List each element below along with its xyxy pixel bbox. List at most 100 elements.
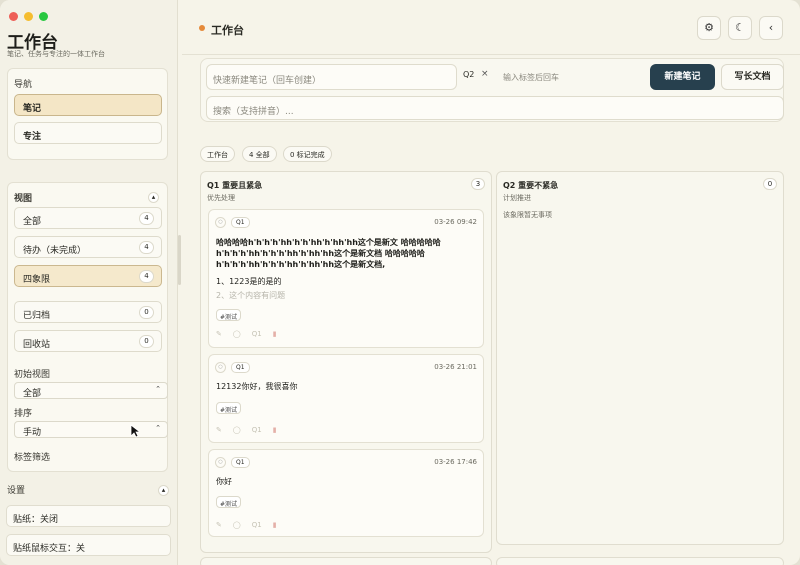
composer: 快速新建笔记（回车创建） Q2 × 输入标签后回车 新建笔记 写长文档 搜索（支… [200, 58, 784, 122]
quadrant-icon[interactable]: Q1 [252, 330, 262, 338]
window-maximize-button[interactable] [39, 12, 48, 21]
quadrant-badge: Q1 [231, 217, 250, 228]
note-title-line: 哈哈哈哈h'h'h'h'hh'h'h'hh'h'hh'hh这个是新文 哈哈哈哈哈 [216, 238, 441, 247]
chevron-up-icon[interactable]: ▴ [148, 192, 159, 203]
window-close-button[interactable] [9, 12, 18, 21]
chevron-up-icon[interactable]: ▴ [158, 485, 169, 496]
note-text: 12132你好，我很喜你 [216, 382, 298, 391]
edit-icon[interactable]: ✎ [216, 426, 222, 434]
tag-chip: Q2 [463, 70, 475, 79]
app-window: 工作台 笔记、任务与专注的一体工作台 导航 笔记 专注 视图 ▴ 全部 4 待办… [0, 0, 800, 565]
card-actions: ✎ ◯ Q1 ▮ [216, 521, 288, 529]
note-card[interactable]: ○ Q1 03-26 21:01 12132你好，我很喜你 #测试 ✎ ◯ Q1 ▮ [208, 354, 484, 443]
circle-icon[interactable]: ◯ [233, 330, 241, 338]
sticky-mouse-toggle[interactable]: 贴纸鼠标交互：关 [6, 534, 171, 556]
checkbox[interactable]: ○ [215, 457, 226, 468]
sidebar: 工作台 笔记、任务与专注的一体工作台 导航 笔记 专注 视图 ▴ 全部 4 待办… [0, 0, 178, 565]
initial-view-label: 初始视图 [14, 370, 51, 380]
circle-icon[interactable]: ◯ [233, 426, 241, 434]
note-title-line: h'h'h'h'hh'h'h'h'hh'h'hh'hh这个是新文档 哈哈哈哈哈 [216, 249, 425, 258]
chevron-left-icon[interactable]: ‹ [759, 16, 783, 40]
empty-state-text: 该象限暂无事项 [503, 211, 552, 219]
view-item-all[interactable]: 全部 4 [14, 207, 162, 229]
top-bar: 工作台 ⚙ ☾ ‹ [182, 0, 800, 55]
nav-item-focus[interactable]: 专注 [14, 122, 162, 144]
view-label: 回收站 [23, 340, 51, 350]
note-text: 你好 [216, 477, 232, 486]
new-note-button[interactable]: 新建笔记 [650, 64, 715, 90]
long-doc-button[interactable]: 写长文档 [721, 64, 784, 90]
count-badge: 4 [139, 212, 154, 225]
view-label: 全部 [23, 217, 42, 227]
sort-select[interactable]: 手动 ⌃ [14, 421, 168, 438]
select-value: 手动 [23, 428, 42, 438]
search-input[interactable]: 搜索（支持拼音）... [206, 96, 784, 120]
moon-icon[interactable]: ☾ [728, 16, 752, 40]
delete-icon[interactable]: ▮ [273, 521, 277, 529]
note-tag[interactable]: #测试 [216, 309, 242, 321]
checkbox[interactable]: ○ [215, 217, 226, 228]
status-dot [199, 25, 205, 31]
nav-item-notes[interactable]: 笔记 [14, 94, 162, 116]
note-tag[interactable]: #测试 [216, 496, 242, 508]
views-heading: 视图 [14, 194, 33, 204]
view-label: 已归档 [23, 311, 51, 321]
updown-chevron-icon: ⌃ [155, 424, 161, 432]
quadrant-badge: Q1 [231, 362, 250, 373]
delete-icon[interactable]: ▮ [273, 426, 277, 434]
views-panel: 视图 ▴ 全部 4 待办（未完成） 4 四象限 4 已归档 0 回收站 0 初始… [7, 182, 168, 472]
nav-heading: 导航 [14, 80, 33, 90]
count-badge: 4 [139, 270, 154, 283]
view-item-trash[interactable]: 回收站 0 [14, 330, 162, 352]
app-subtitle: 笔记、任务与专注的一体工作台 [7, 50, 105, 58]
quadrant-icon[interactable]: Q1 [252, 521, 262, 529]
timestamp: 03-26 17:46 [434, 458, 477, 466]
timestamp: 03-26 09:42 [434, 218, 477, 226]
count-badge: 0 [139, 335, 154, 348]
sticky-toggle[interactable]: 贴纸：关闭 [6, 505, 171, 527]
view-item-archived[interactable]: 已归档 0 [14, 301, 162, 323]
quadrant-q2: Q2 重要不紧急 计划推进 0 该象限暂无事项 [496, 171, 784, 545]
delete-icon[interactable]: ▮ [273, 330, 277, 338]
view-item-todo[interactable]: 待办（未完成） 4 [14, 236, 162, 258]
circle-icon[interactable]: ◯ [233, 521, 241, 529]
quadrant-q1: Q1 重要且紧急 优先处理 3 ○ Q1 03-26 09:42 哈哈哈哈h'h… [200, 171, 492, 553]
select-value: 全部 [23, 389, 42, 399]
edit-icon[interactable]: ✎ [216, 521, 222, 529]
card-actions: ✎ ◯ Q1 ▮ [216, 330, 288, 338]
settings-heading: 设置 [7, 486, 26, 496]
view-label: 待办（未完成） [23, 246, 87, 256]
quadrant-title: Q1 重要且紧急 [207, 181, 263, 190]
chip-done-count[interactable]: 0 标记完成 [283, 146, 332, 162]
sidebar-scrollbar[interactable] [178, 235, 181, 285]
quadrant-subtitle: 计划推进 [503, 194, 531, 202]
tag-input-area[interactable]: Q2 × 输入标签后回车 [463, 64, 648, 90]
note-card[interactable]: ○ Q1 03-26 17:46 你好 #测试 ✎ ◯ Q1 ▮ [208, 449, 484, 537]
tag-remove-icon[interactable]: × [481, 69, 489, 79]
view-label: 四象限 [23, 275, 51, 285]
chip-all-count[interactable]: 4 全部 [242, 146, 277, 162]
view-item-quadrant[interactable]: 四象限 4 [14, 265, 162, 287]
note-card[interactable]: ○ Q1 03-26 09:42 哈哈哈哈h'h'h'h'hh'h'h'hh'h… [208, 209, 484, 348]
count-badge: 3 [471, 178, 485, 190]
edit-icon[interactable]: ✎ [216, 330, 222, 338]
initial-view-select[interactable]: 全部 ⌃ [14, 382, 168, 399]
mouse-cursor-icon [130, 424, 140, 438]
count-badge: 0 [763, 178, 777, 190]
tag-filter-label[interactable]: 标签筛选 [14, 450, 50, 463]
quick-note-input[interactable]: 快速新建笔记（回车创建） [206, 64, 457, 90]
quadrant-subtitle: 优先处理 [207, 194, 235, 202]
gear-icon[interactable]: ⚙ [697, 16, 721, 40]
tag-input[interactable]: 输入标签后回车 [503, 72, 559, 83]
quadrant-icon[interactable]: Q1 [252, 426, 262, 434]
checkbox[interactable]: ○ [215, 362, 226, 373]
nav-panel: 导航 笔记 专注 [7, 68, 168, 160]
window-minimize-button[interactable] [24, 12, 33, 21]
note-list-item: 2、这个内容有问题 [216, 291, 286, 300]
count-badge: 0 [139, 306, 154, 319]
note-tag[interactable]: #测试 [216, 402, 242, 414]
timestamp: 03-26 21:01 [434, 363, 477, 371]
quadrant-q4 [496, 557, 784, 565]
chip-workspace[interactable]: 工作台 [200, 146, 235, 162]
quadrant-q3 [200, 557, 492, 565]
